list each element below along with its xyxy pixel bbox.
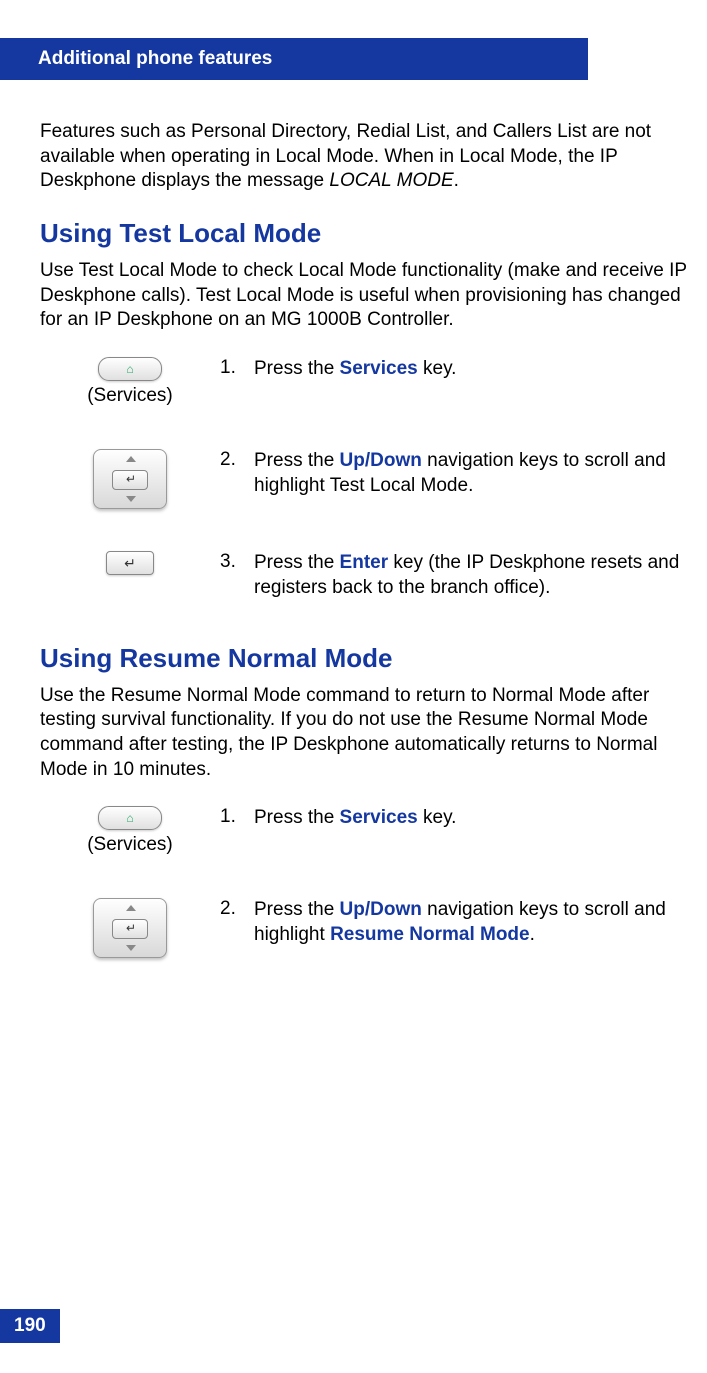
key-box: ↵ (40, 898, 220, 958)
updown-term: Up/Down (340, 899, 422, 920)
content-area: Features such as Personal Directory, Red… (0, 80, 707, 958)
step-pre: Press the (254, 899, 340, 920)
resume-normal-intro: Use the Resume Normal Mode command to re… (40, 684, 687, 783)
key-box: ⌂ (Services) (40, 806, 220, 856)
step-pre: Press the (254, 552, 340, 573)
key-box: ↵ (40, 449, 220, 509)
step-number: 2. (220, 898, 254, 920)
step-pre: Press the (254, 358, 340, 379)
page: Additional phone features Features such … (0, 38, 707, 1373)
updown-term: Up/Down (340, 450, 422, 471)
key-label: (Services) (87, 834, 173, 856)
step-post: key. (418, 358, 457, 379)
step-post2: . (530, 924, 535, 945)
step-post: key. (418, 807, 457, 828)
services-term: Services (340, 358, 418, 379)
step-row: ⌂ (Services) 1. Press the Services key. (40, 357, 687, 407)
step-number: 1. (220, 806, 254, 828)
step-text: Press the Services key. (254, 806, 687, 831)
step-number: 3. (220, 551, 254, 573)
key-box: ↵ (40, 551, 220, 575)
step-row: ↵ 2. Press the Up/Down navigation keys t… (40, 449, 687, 509)
nav-key-icon: ↵ (93, 449, 167, 509)
services-key-icon: ⌂ (98, 806, 162, 830)
heading-test-local-mode: Using Test Local Mode (40, 218, 687, 249)
resume-normal-term: Resume Normal Mode (330, 924, 530, 945)
services-key-icon: ⌂ (98, 357, 162, 381)
step-row: ⌂ (Services) 1. Press the Services key. (40, 806, 687, 856)
step-text: Press the Up/Down navigation keys to scr… (254, 898, 687, 947)
step-number: 1. (220, 357, 254, 379)
step-pre: Press the (254, 807, 340, 828)
step-row: ↵ 3. Press the Enter key (the IP Deskpho… (40, 551, 687, 600)
step-pre: Press the (254, 450, 340, 471)
test-local-intro: Use Test Local Mode to check Local Mode … (40, 259, 687, 333)
heading-resume-normal-mode: Using Resume Normal Mode (40, 643, 687, 674)
services-term: Services (340, 807, 418, 828)
enter-key-icon: ↵ (106, 551, 154, 575)
intro-paragraph: Features such as Personal Directory, Red… (40, 120, 687, 194)
page-number: 190 (0, 1309, 60, 1343)
nav-key-icon: ↵ (93, 898, 167, 958)
step-text: Press the Services key. (254, 357, 687, 382)
key-label: (Services) (87, 385, 173, 407)
step-number: 2. (220, 449, 254, 471)
header-band: Additional phone features (0, 38, 588, 80)
key-box: ⌂ (Services) (40, 357, 220, 407)
step-text: Press the Up/Down navigation keys to scr… (254, 449, 687, 498)
enter-term: Enter (340, 552, 389, 573)
local-mode-term: LOCAL MODE (329, 170, 453, 191)
step-text: Press the Enter key (the IP Deskphone re… (254, 551, 687, 600)
step-row: ↵ 2. Press the Up/Down navigation keys t… (40, 898, 687, 958)
intro-text-c: . (454, 170, 459, 191)
